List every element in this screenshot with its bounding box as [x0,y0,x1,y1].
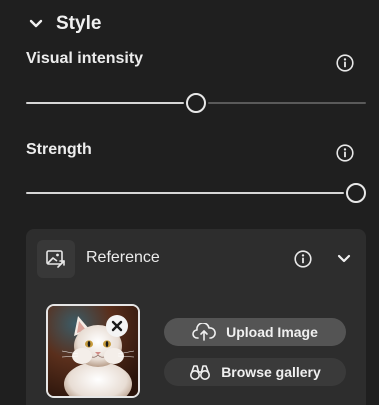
section-title: Style [56,13,102,34]
browse-gallery-button[interactable]: Browse gallery [164,358,346,386]
binoculars-icon [189,363,211,381]
upload-image-label: Upload Image [226,324,318,340]
slider-track-empty [208,102,366,104]
slider-thumb[interactable] [186,93,206,113]
chevron-down-icon [28,16,44,32]
info-icon[interactable] [335,143,355,163]
visual-intensity-label: Visual intensity [26,50,144,67]
reference-thumbnail[interactable] [46,304,140,398]
style-section-toggle[interactable]: Style [28,12,101,36]
image-reference-icon [37,240,75,278]
slider-track-filled [26,192,344,194]
browse-gallery-label: Browse gallery [221,364,321,380]
close-icon[interactable] [106,315,128,337]
strength-label: Strength [26,141,92,158]
info-icon[interactable] [335,53,355,73]
reference-card: Reference Upload Image Browse gallery [26,229,366,405]
style-panel: Style Visual intensity Strength Referenc… [0,0,379,405]
upload-image-button[interactable]: Upload Image [164,318,346,346]
reference-title: Reference [86,249,160,266]
slider-thumb[interactable] [346,183,366,203]
cloud-upload-icon [192,323,216,341]
strength-slider[interactable] [26,181,366,205]
visual-intensity-slider[interactable] [26,91,366,115]
chevron-down-icon[interactable] [334,249,354,269]
info-icon[interactable] [293,249,313,269]
slider-track-filled [26,102,184,104]
